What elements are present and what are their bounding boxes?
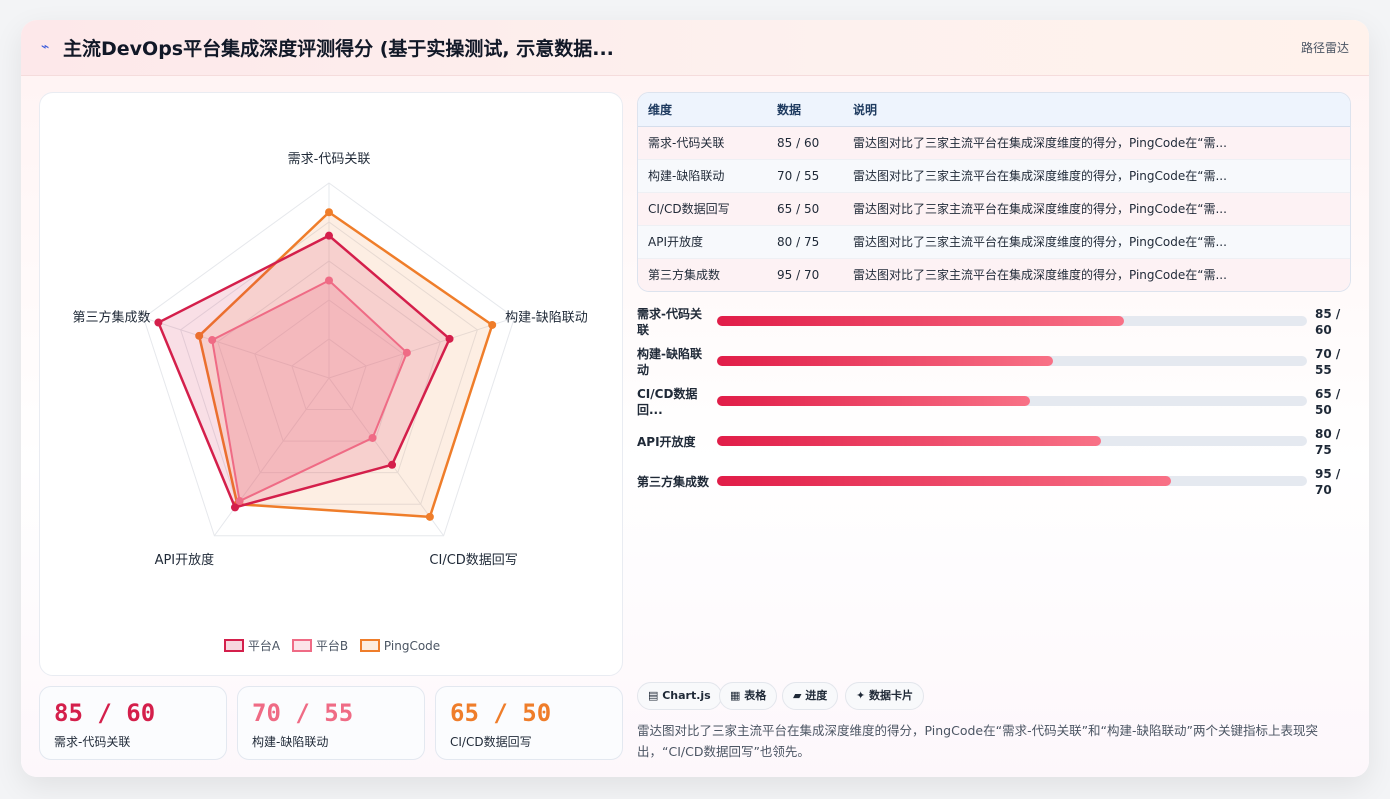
- radar-data-point: [388, 460, 397, 469]
- progress-row: 需求-代码关联 85 / 60: [637, 302, 1351, 342]
- progress-value: 70 / 55: [1315, 347, 1341, 377]
- header: ⌁ 主流DevOps平台集成深度评测得分 (基于实操测试, 示意数据... 路径…: [21, 20, 1369, 76]
- progress-label: API开放度: [637, 435, 696, 449]
- table-cell-description: 雷达图对比了三家主流平台在集成深度维度的得分，PingCode在“需...: [843, 125, 1350, 159]
- chart-legend: 平台A 平台B PingCode: [40, 637, 624, 654]
- table-cell-dimension: 第三方集成数: [638, 257, 767, 291]
- progress-value: 80 / 75: [1315, 427, 1341, 457]
- radar-axis-label: CI/CD数据回写: [429, 553, 517, 568]
- table-row: 第三方集成数 95 / 70 雷达图对比了三家主流平台在集成深度维度的得分，Pi…: [638, 257, 1350, 291]
- table-header-row: 维度 数据 说明: [638, 93, 1350, 127]
- radar-data-point: [208, 336, 217, 345]
- radar-data-point: [325, 276, 333, 285]
- legend-label-platform-b: 平台B: [315, 639, 349, 653]
- radar-axis-label: 构建-缺陷联动: [505, 311, 588, 326]
- chip-progress[interactable]: ▰ 进度: [782, 682, 839, 710]
- radar-data-point: [402, 348, 411, 357]
- line-chart-icon: ⌁: [41, 39, 50, 55]
- table-cell-description: 雷达图对比了三家主流平台在集成深度维度的得分，PingCode在“需...: [843, 158, 1350, 192]
- legend-label-platform-a: 平台A: [247, 639, 281, 653]
- table-cell-dimension: API开放度: [638, 224, 767, 258]
- progress-fill: [717, 436, 1101, 446]
- radar-data-point: [235, 497, 244, 506]
- progress-list: 需求-代码关联 85 / 60 构建-缺陷联动 70 / 55 CI/CD数据回…: [637, 302, 1351, 502]
- chart-type-badge: 路径雷达: [1300, 41, 1349, 55]
- radar-data-point: [368, 433, 377, 442]
- progress-label: 第三方集成数: [637, 475, 710, 489]
- progress-value: 85 / 60: [1315, 307, 1341, 337]
- radar-data-point: [325, 231, 333, 240]
- table-cell-data: 85 / 60: [767, 125, 843, 159]
- legend-label-pingcode: PingCode: [383, 639, 441, 653]
- progress-track: [717, 436, 1307, 446]
- stat-value: 65 / 50: [450, 699, 552, 727]
- progress-fill: [717, 396, 1030, 406]
- table-cell-description: 雷达图对比了三家主流平台在集成深度维度的得分，PingCode在“需...: [843, 224, 1350, 258]
- column-header-description: 说明: [843, 93, 1350, 127]
- stat-label: CI/CD数据回写: [450, 735, 532, 749]
- radar-axis-label: API开放度: [155, 552, 215, 568]
- table-cell-data: 65 / 50: [767, 191, 843, 225]
- chip-table[interactable]: ▦ 表格: [719, 682, 778, 710]
- radar-chart: 需求-代码关联构建-缺陷联动 CI/CD数据回写 API开放度 第三方集成数: [73, 152, 588, 568]
- progress-fill: [717, 316, 1125, 326]
- chip-chartjs[interactable]: ▤ Chart.js: [637, 682, 722, 710]
- table-row: CI/CD数据回写 65 / 50 雷达图对比了三家主流平台在集成深度维度的得分…: [638, 191, 1350, 225]
- legend-item-platform-b[interactable]: 平台B: [291, 637, 349, 654]
- radar-data-point: [425, 512, 434, 521]
- radar-data-point: [488, 320, 497, 329]
- progress-row: 构建-缺陷联动 70 / 55: [637, 342, 1351, 382]
- legend-item-platform-a[interactable]: 平台A: [223, 637, 281, 654]
- table-cell-description: 雷达图对比了三家主流平台在集成深度维度的得分，PingCode在“需...: [843, 191, 1350, 225]
- radar-axis-label: 第三方集成数: [73, 310, 151, 326]
- dashboard-card: ⌁ 主流DevOps平台集成深度评测得分 (基于实操测试, 示意数据... 路径…: [21, 20, 1369, 777]
- progress-value: 65 / 50: [1315, 387, 1341, 417]
- column-header-dimension: 维度: [638, 93, 767, 127]
- stat-value: 70 / 55: [252, 699, 354, 727]
- radar-axis-label: 需求-代码关联: [288, 152, 371, 167]
- stat-label: 构建-缺陷联动: [252, 735, 329, 749]
- progress-track: [717, 396, 1307, 406]
- page-title: 主流DevOps平台集成深度评测得分 (基于实操测试, 示意数据...: [63, 38, 614, 60]
- chip-data-card[interactable]: ✦ 数据卡片: [845, 682, 925, 710]
- progress-track: [717, 356, 1307, 366]
- progress-track: [717, 316, 1307, 326]
- legend-swatch-pingcode: [359, 639, 380, 652]
- chart-description: 雷达图对比了三家主流平台在集成深度维度的得分，PingCode在“需求-代码关联…: [637, 723, 1319, 759]
- table-row: 构建-缺陷联动 70 / 55 雷达图对比了三家主流平台在集成深度维度的得分，P…: [638, 158, 1350, 192]
- progress-fill: [717, 356, 1054, 366]
- data-table: 维度 数据 说明 需求-代码关联 85 / 60 雷达图对比了三家主流平台在集成…: [637, 92, 1351, 292]
- stat-label: 需求-代码关联: [54, 735, 131, 749]
- progress-label: 需求-代码关联: [637, 307, 702, 337]
- table-cell-description: 雷达图对比了三家主流平台在集成深度维度的得分，PingCode在“需...: [843, 257, 1350, 291]
- stat-value: 85 / 60: [54, 699, 156, 727]
- progress-row: CI/CD数据回... 65 / 50: [637, 382, 1351, 422]
- table-cell-data: 95 / 70: [767, 257, 843, 291]
- legend-swatch-platform-a: [223, 639, 244, 652]
- radar-chart-panel: 需求-代码关联构建-缺陷联动 CI/CD数据回写 API开放度 第三方集成数 平台A …: [39, 92, 623, 676]
- radar-data-point: [154, 318, 163, 327]
- table-row: 需求-代码关联 85 / 60 雷达图对比了三家主流平台在集成深度维度的得分，P…: [638, 125, 1350, 159]
- table-cell-data: 80 / 75: [767, 224, 843, 258]
- table-cell-data: 70 / 55: [767, 158, 843, 192]
- progress-row: 第三方集成数 95 / 70: [637, 462, 1351, 502]
- progress-value: 95 / 70: [1315, 467, 1341, 497]
- legend-item-pingcode[interactable]: PingCode: [359, 639, 441, 653]
- progress-label: 构建-缺陷联动: [637, 347, 702, 377]
- radar-data-point: [325, 208, 333, 217]
- stat-card: 70 / 55 构建-缺陷联动: [237, 686, 425, 760]
- stat-card: 65 / 50 CI/CD数据回写: [435, 686, 623, 760]
- radar-data-point: [445, 334, 454, 343]
- table-row: API开放度 80 / 75 雷达图对比了三家主流平台在集成深度维度的得分，Pi…: [638, 224, 1350, 258]
- progress-row: API开放度 80 / 75: [637, 422, 1351, 462]
- progress-track: [717, 476, 1307, 486]
- table-cell-dimension: CI/CD数据回写: [638, 191, 767, 225]
- progress-fill: [717, 476, 1172, 486]
- table-cell-dimension: 构建-缺陷联动: [638, 158, 767, 192]
- progress-label: CI/CD数据回...: [637, 387, 698, 417]
- legend-swatch-platform-b: [291, 639, 312, 652]
- column-header-data: 数据: [767, 93, 843, 127]
- stat-card: 85 / 60 需求-代码关联: [39, 686, 227, 760]
- table-cell-dimension: 需求-代码关联: [638, 125, 767, 159]
